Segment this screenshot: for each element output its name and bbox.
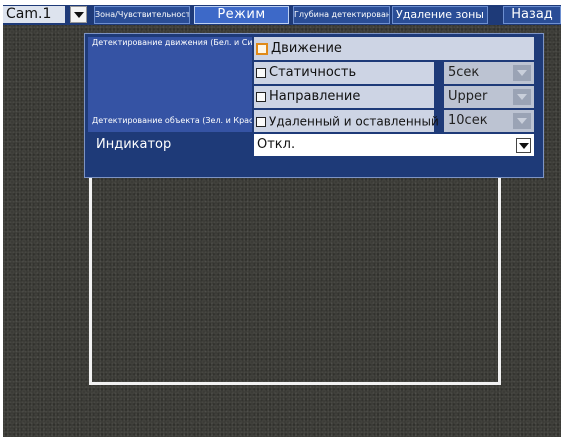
camera-view: Cam.1 Зона/Чувствительность Режим Глубин… bbox=[3, 5, 561, 437]
chevron-down-icon[interactable] bbox=[516, 138, 531, 153]
option-removed-left[interactable]: Удаленный и оставленный bbox=[254, 110, 439, 132]
detection-zone-outline[interactable] bbox=[89, 160, 501, 385]
tab-zone-delete[interactable]: Удаление зоны bbox=[392, 6, 488, 24]
camera-select[interactable]: Cam.1 bbox=[3, 5, 91, 25]
camera-select-value[interactable]: Cam.1 bbox=[3, 6, 65, 23]
tab-detection-depth[interactable]: Глубина детектирования bbox=[293, 6, 390, 24]
indicator-value: Откл. bbox=[257, 137, 296, 152]
option-direction[interactable]: Направление bbox=[254, 86, 434, 108]
option-removed-left-label: Удаленный и оставленный bbox=[269, 114, 439, 129]
chevron-down-icon[interactable] bbox=[513, 89, 531, 105]
option-motion-label: Движение bbox=[271, 41, 342, 56]
option-direction-label: Направление bbox=[269, 89, 361, 104]
top-menu-bar: Cam.1 Зона/Чувствительность Режим Глубин… bbox=[3, 5, 561, 25]
object-detection-group: Детектирование объекта (Зел. и Красн.) bbox=[88, 110, 252, 132]
removed-left-checkbox[interactable] bbox=[256, 116, 266, 127]
object-detection-label: Детектирование объекта (Зел. и Красн.) bbox=[92, 116, 252, 125]
chevron-down-icon[interactable] bbox=[513, 65, 531, 81]
static-checkbox[interactable] bbox=[256, 68, 266, 78]
motion-checkbox[interactable] bbox=[256, 42, 268, 55]
option-static[interactable]: Статичность bbox=[254, 62, 434, 84]
chevron-down-icon[interactable] bbox=[70, 6, 87, 23]
tab-mode[interactable]: Режим bbox=[194, 6, 289, 24]
indicator-label: Индикатор bbox=[96, 137, 172, 152]
chevron-down-icon[interactable] bbox=[513, 113, 531, 129]
direction-checkbox[interactable] bbox=[256, 92, 266, 102]
mode-settings-panel: Детектирование движения (Бел. и Син.) Дв… bbox=[84, 33, 544, 178]
static-duration-value: 5сек bbox=[448, 65, 480, 80]
option-static-label: Статичность bbox=[269, 65, 357, 80]
indicator-select[interactable]: Откл. bbox=[254, 134, 534, 156]
removed-left-duration-value: 10сек bbox=[448, 113, 488, 128]
indicator-label-cell: Индикатор bbox=[88, 134, 252, 156]
back-button[interactable]: Назад bbox=[503, 6, 561, 24]
motion-detection-label: Детектирование движения (Бел. и Син.) bbox=[92, 38, 252, 47]
option-motion[interactable]: Движение bbox=[254, 37, 534, 60]
direction-value: Upper bbox=[448, 89, 488, 104]
tab-zone-sensitivity[interactable]: Зона/Чувствительность bbox=[94, 6, 190, 24]
